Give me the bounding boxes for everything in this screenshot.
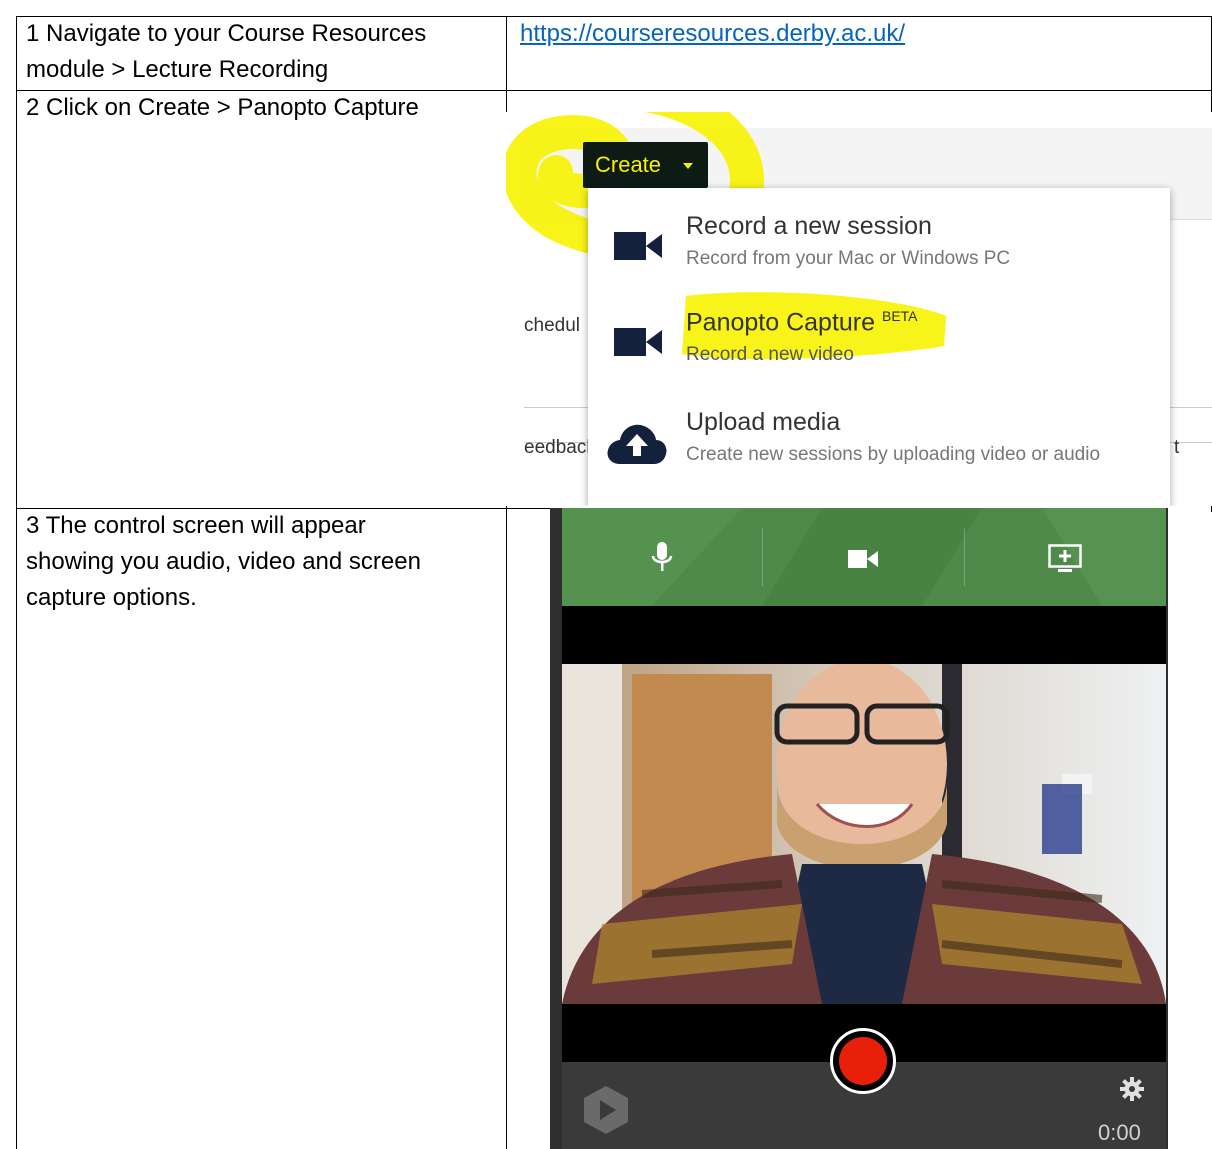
create-button[interactable]: Create: [583, 142, 708, 188]
menu-item-subtitle: Create new sessions by uploading video o…: [686, 444, 1101, 465]
webcam-preview: [562, 664, 1166, 1004]
toolbar-divider: [762, 528, 763, 586]
step-1-text-line2: module > Lecture Recording: [26, 56, 329, 83]
create-menu-screenshot: chedul eedbacl t Create Record a new ses…: [506, 112, 1212, 506]
menu-item-title: Record a new session: [686, 212, 932, 240]
video-camera-icon: [614, 328, 662, 356]
menu-item-upload-media[interactable]: Upload media Create new sessions by uplo…: [588, 398, 1170, 488]
microphone-icon[interactable]: [650, 542, 674, 574]
capture-toolbar: [562, 508, 1166, 606]
step-3-text-line1: 3 The control screen will appear: [26, 512, 366, 539]
step-1-text-line1: 1 Navigate to your Course Resources: [26, 20, 427, 47]
menu-item-subtitle: Record from your Mac or Windows PC: [686, 248, 1011, 269]
record-dot: [839, 1037, 887, 1085]
beta-badge: BETA: [881, 308, 918, 324]
create-dropdown-menu: Record a new session Record from your Ma…: [588, 188, 1170, 506]
cloud-upload-icon: [607, 424, 667, 464]
recording-timer: 0:00: [1098, 1120, 1141, 1145]
record-button[interactable]: [830, 1028, 896, 1094]
video-camera-icon[interactable]: [848, 550, 878, 568]
step-2-text: 2 Click on Create > Panopto Capture: [26, 94, 419, 121]
menu-item-panopto-capture[interactable]: Panopto Capture BETA Record a new video: [588, 292, 1170, 390]
menu-item-title-text: Panopto Capture: [686, 308, 876, 337]
create-button-label: Create: [595, 152, 662, 177]
toolbar-divider: [964, 528, 965, 586]
panopto-logo-icon: [584, 1086, 628, 1134]
step-3-text-line2: showing you audio, video and screen: [26, 548, 421, 575]
chevron-down-icon: [683, 163, 693, 169]
screen-add-icon[interactable]: [1048, 544, 1082, 574]
step-3-text-line3: capture options.: [26, 584, 197, 611]
table-border-left: [16, 16, 17, 1149]
gear-icon[interactable]: [1120, 1077, 1144, 1101]
letterbox-top: [562, 606, 1166, 664]
video-camera-icon: [614, 232, 662, 260]
menu-item-record-session[interactable]: Record a new session Record from your Ma…: [588, 202, 1170, 292]
menu-item-subtitle: Record a new video: [686, 344, 854, 365]
course-resources-link[interactable]: https://courseresources.derby.ac.uk/: [520, 16, 905, 52]
menu-item-title: Panopto Capture BETA: [686, 308, 918, 337]
menu-item-title: Upload media: [686, 408, 841, 436]
panopto-capture-screenshot: 0:00: [550, 508, 1168, 1149]
